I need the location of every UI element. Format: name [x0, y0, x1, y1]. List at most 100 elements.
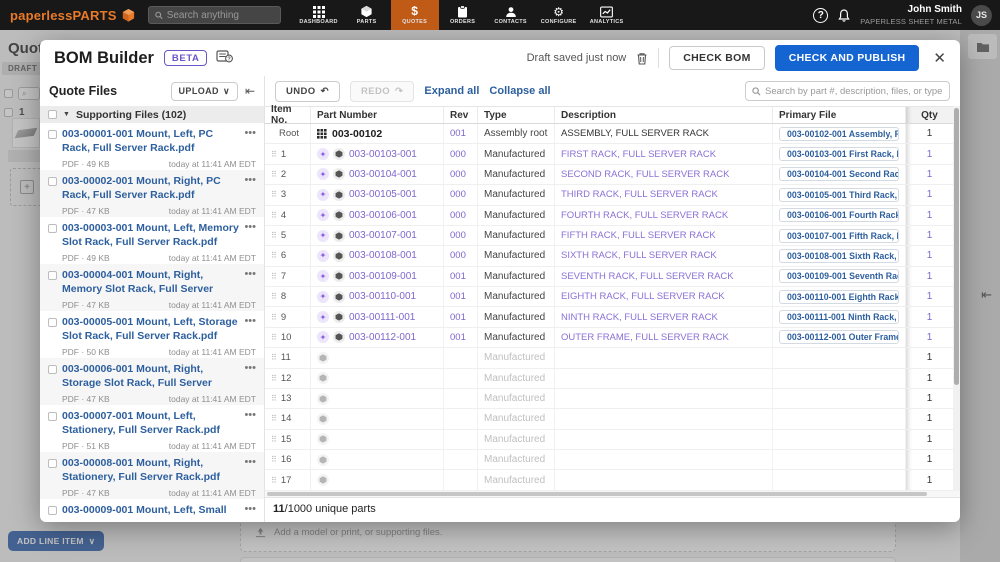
collapse-files-panel-icon[interactable]: ⇤	[245, 84, 255, 98]
file-name-link[interactable]: 003-00002-001 Mount, Right, PC Rack, Ful…	[62, 175, 240, 203]
close-icon[interactable]: ✕	[933, 49, 946, 67]
rev-cell[interactable]: 001	[444, 124, 478, 144]
table-search[interactable]	[745, 81, 950, 101]
type-cell[interactable]: Manufactured	[478, 429, 555, 449]
horizontal-scrollbar[interactable]	[265, 490, 960, 497]
file-name-link[interactable]: 003-00009-001 Mount, Left, Small	[62, 504, 240, 522]
drag-handle-icon[interactable]: ⠿	[271, 251, 277, 260]
description-cell[interactable]: OUTER FRAME, FULL SERVER RACK	[555, 327, 773, 348]
global-search-input[interactable]	[166, 9, 274, 21]
nav-item-dashboard[interactable]: DASHBOARD	[295, 0, 343, 30]
qty-cell[interactable]: 1	[906, 124, 953, 143]
qty-cell[interactable]: 1	[906, 226, 953, 245]
drag-handle-icon[interactable]: ⠿	[271, 435, 277, 444]
check-bom-button[interactable]: CHECK BOM	[669, 46, 765, 70]
qty-cell[interactable]: 1	[906, 267, 953, 286]
qty-cell[interactable]: 1	[906, 369, 953, 388]
primary-file-cell[interactable]: 003-00112-001 Outer Frame, Ful	[773, 327, 906, 348]
description-cell[interactable]: EIGHTH RACK, FULL SERVER RACK	[555, 287, 773, 307]
file-checkbox[interactable]	[48, 271, 57, 280]
primary-file-cell[interactable]	[773, 348, 906, 368]
paperless-parts-logo[interactable]: paperlessPARTS	[0, 8, 148, 23]
drag-handle-icon[interactable]: ⠿	[271, 170, 277, 179]
rev-cell[interactable]	[444, 388, 478, 409]
drag-handle-icon[interactable]: ⠿	[271, 211, 277, 220]
drag-handle-icon[interactable]: ⠿	[271, 476, 277, 485]
rev-cell[interactable]: 000	[444, 205, 478, 225]
part-cell[interactable]: ✦ 003-00111-001	[311, 307, 444, 327]
primary-file-cell[interactable]	[773, 470, 906, 490]
drag-handle-icon[interactable]: ⠿	[271, 272, 277, 281]
rev-cell[interactable]: 000	[444, 164, 478, 185]
description-cell[interactable]: FIRST RACK, FULL SERVER RACK	[555, 144, 773, 164]
type-cell[interactable]: Manufactured	[478, 348, 555, 368]
primary-file-chip[interactable]: 003-00110-001 Eighth Rack, Ful	[779, 289, 899, 304]
primary-file-cell[interactable]: 003-00107-001 Fifth Rack, Full S	[773, 225, 906, 246]
part-cell[interactable]	[311, 470, 444, 490]
rev-cell[interactable]	[444, 470, 478, 490]
global-search[interactable]	[147, 6, 281, 24]
type-cell[interactable]: Manufactured	[478, 368, 555, 388]
trash-icon[interactable]	[636, 52, 648, 65]
feedback-survey-icon[interactable]: ?	[216, 49, 234, 68]
part-cell[interactable]: ✦ 003-00106-001	[311, 205, 444, 225]
primary-file-cell[interactable]	[773, 429, 906, 449]
part-cell[interactable]: ✦ 003-00108-001	[311, 246, 444, 266]
rev-cell[interactable]	[444, 409, 478, 429]
primary-file-cell[interactable]: 003-00111-001 Ninth Rack, Full S	[773, 307, 906, 327]
primary-file-chip[interactable]: 003-00112-001 Outer Frame, Ful	[779, 330, 899, 345]
qty-cell[interactable]: 1	[906, 389, 953, 408]
file-kebab-menu-icon[interactable]: •••	[240, 316, 256, 345]
file-name-link[interactable]: 003-00003-001 Mount, Left, Memory Slot R…	[62, 222, 240, 250]
drag-handle-icon[interactable]: ⠿	[271, 190, 277, 199]
qty-cell[interactable]: 1	[906, 409, 953, 428]
type-cell[interactable]: Assembly root	[478, 124, 555, 144]
expand-all-link[interactable]: Expand all	[424, 85, 479, 97]
description-cell[interactable]: NINTH RACK, FULL SERVER RACK	[555, 307, 773, 327]
part-cell[interactable]: ✦ 003-00110-001	[311, 287, 444, 307]
file-checkbox[interactable]	[48, 459, 57, 468]
part-cell[interactable]: ✦ 003-00112-001	[311, 327, 444, 348]
primary-file-cell[interactable]: 003-00104-001 Second Rack, Fu	[773, 164, 906, 185]
qty-cell[interactable]: 1	[906, 450, 953, 469]
primary-file-chip[interactable]: 003-00107-001 Fifth Rack, Full S	[779, 228, 899, 243]
file-kebab-menu-icon[interactable]: •••	[240, 504, 256, 522]
primary-file-chip[interactable]: 003-00103-001 First Rack, Full S	[779, 147, 899, 162]
file-kebab-menu-icon[interactable]: •••	[240, 175, 256, 204]
nav-item-orders[interactable]: ORDERS	[439, 0, 487, 30]
description-cell[interactable]: THIRD RACK, FULL SERVER RACK	[555, 185, 773, 205]
part-number-link[interactable]: 003-00108-001	[349, 250, 417, 261]
primary-file-cell[interactable]: 003-00103-001 First Rack, Full S	[773, 144, 906, 164]
supporting-files-group-header[interactable]: ▼ Supporting Files (102)	[40, 106, 264, 123]
qty-cell[interactable]: 1	[906, 307, 953, 326]
file-checkbox[interactable]	[48, 177, 57, 186]
primary-file-cell[interactable]	[773, 450, 906, 470]
collapse-all-link[interactable]: Collapse all	[489, 85, 550, 97]
drag-handle-icon[interactable]: ⠿	[271, 353, 277, 362]
rev-cell[interactable]	[444, 348, 478, 368]
file-kebab-menu-icon[interactable]: •••	[240, 269, 256, 298]
table-search-input[interactable]	[765, 85, 943, 97]
rev-cell[interactable]: 001	[444, 287, 478, 307]
drag-handle-icon[interactable]: ⠿	[271, 292, 277, 301]
description-cell[interactable]: FIFTH RACK, FULL SERVER RACK	[555, 225, 773, 246]
vertical-scrollbar[interactable]	[953, 106, 960, 491]
description-cell[interactable]: FOURTH RACK, FULL SERVER RACK	[555, 205, 773, 225]
file-name-link[interactable]: 003-00007-001 Mount, Left, Stationery, F…	[62, 410, 240, 438]
file-name-link[interactable]: 003-00005-001 Mount, Left, Storage Slot …	[62, 316, 240, 344]
primary-file-chip[interactable]: 003-00111-001 Ninth Rack, Full S	[779, 310, 899, 325]
drag-handle-icon[interactable]: ⠿	[271, 313, 277, 322]
type-cell[interactable]: Manufactured	[478, 287, 555, 307]
primary-file-chip[interactable]: 003-00105-001 Third Rack, Full	[779, 187, 899, 202]
check-and-publish-button[interactable]: CHECK AND PUBLISH	[774, 45, 920, 71]
primary-file-chip[interactable]: 003-00104-001 Second Rack, Fu	[779, 167, 899, 182]
group-checkbox[interactable]	[48, 110, 57, 119]
primary-file-cell[interactable]	[773, 409, 906, 429]
primary-file-cell[interactable]: 003-00106-001 Fourth Rack, Ful	[773, 205, 906, 225]
root-part-number[interactable]: 003-00102	[332, 128, 382, 140]
type-cell[interactable]: Manufactured	[478, 388, 555, 409]
primary-file-cell[interactable]: 003-00105-001 Third Rack, Full	[773, 185, 906, 205]
description-cell[interactable]	[555, 388, 773, 409]
scroll-thumb[interactable]	[954, 108, 959, 386]
qty-cell[interactable]: 1	[906, 348, 953, 367]
